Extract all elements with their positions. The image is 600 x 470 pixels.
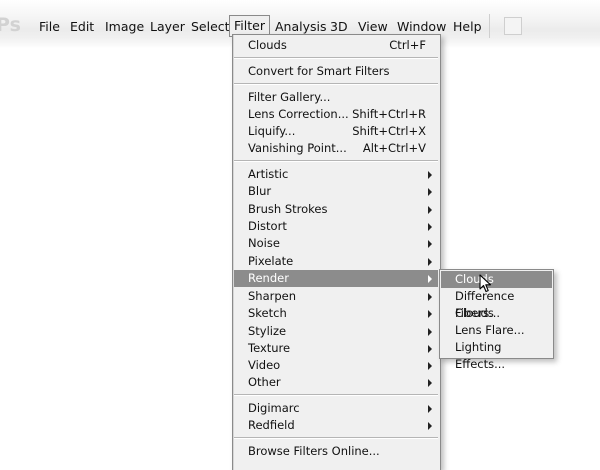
menu-item-texture[interactable]: Texture bbox=[234, 340, 438, 357]
menu-item-artistic[interactable]: Artistic bbox=[234, 166, 438, 183]
menu-item-label: Video bbox=[248, 358, 281, 372]
menu-item-stylize[interactable]: Stylize bbox=[234, 323, 438, 340]
menu-item-vanishing-point[interactable]: Vanishing Point... Alt+Ctrl+V bbox=[234, 140, 438, 157]
menu-item-label: Lens Flare... bbox=[455, 323, 525, 337]
menu-item-label: Redfield bbox=[248, 418, 295, 432]
submenu-item-lens-flare[interactable]: Lens Flare... bbox=[441, 322, 552, 339]
submenu-arrow-icon bbox=[428, 206, 432, 214]
menu-item-pixelate[interactable]: Pixelate bbox=[234, 253, 438, 270]
menu-item-label: Convert for Smart Filters bbox=[248, 64, 390, 78]
submenu-item-clouds[interactable]: Clouds bbox=[441, 271, 552, 288]
submenu-arrow-icon bbox=[428, 310, 432, 318]
menu-item-render[interactable]: Render bbox=[234, 270, 438, 287]
menu-item-label: Other bbox=[248, 375, 281, 389]
menu-item-label: Noise bbox=[248, 236, 280, 250]
menu-item-label: Lens Correction... bbox=[248, 107, 349, 121]
filter-menu: Clouds Ctrl+F Convert for Smart Filters … bbox=[232, 34, 441, 470]
menu-item-label: Clouds bbox=[248, 38, 287, 52]
mouse-cursor-icon bbox=[479, 274, 492, 293]
submenu-arrow-icon bbox=[428, 223, 432, 231]
menu-item-filter-gallery[interactable]: Filter Gallery... bbox=[234, 89, 438, 106]
menu-select[interactable]: Select bbox=[189, 17, 232, 37]
menu-item-liquify[interactable]: Liquify... Shift+Ctrl+X bbox=[234, 123, 438, 140]
menu-item-label: Sharpen bbox=[248, 289, 297, 303]
menu-item-redfield[interactable]: Redfield bbox=[234, 417, 438, 434]
menu-item-brush-strokes[interactable]: Brush Strokes bbox=[234, 201, 438, 218]
submenu-arrow-icon bbox=[428, 240, 432, 248]
submenu-item-fibers[interactable]: Fibers... bbox=[441, 305, 552, 322]
photoshop-logo: Ps bbox=[0, 14, 21, 36]
menu-item-label: Filter Gallery... bbox=[248, 90, 331, 104]
menu-item-label: Texture bbox=[248, 341, 291, 355]
menu-item-browse-filters-online[interactable]: Browse Filters Online... bbox=[234, 443, 438, 460]
menu-item-sketch[interactable]: Sketch bbox=[234, 305, 438, 322]
menu-item-label: Vanishing Point... bbox=[248, 141, 347, 155]
submenu-item-lighting-effects[interactable]: Lighting Effects... bbox=[441, 339, 552, 371]
menu-item-noise[interactable]: Noise bbox=[234, 235, 438, 252]
menu-item-label: Liquify... bbox=[248, 124, 296, 138]
menu-item-sharpen[interactable]: Sharpen bbox=[234, 288, 438, 305]
menu-help[interactable]: Help bbox=[451, 17, 484, 37]
menu-edit[interactable]: Edit bbox=[68, 17, 96, 37]
menu-item-blur[interactable]: Blur bbox=[234, 183, 438, 200]
menu-item-label: Fibers... bbox=[455, 306, 501, 320]
menu-separator bbox=[234, 394, 438, 396]
menu-separator bbox=[234, 437, 438, 439]
menu-item-label: Render bbox=[248, 271, 289, 285]
menu-item-shortcut: Shift+Ctrl+R bbox=[352, 107, 426, 121]
menu-image[interactable]: Image bbox=[103, 17, 146, 37]
submenu-arrow-icon bbox=[428, 258, 432, 266]
submenu-arrow-icon bbox=[428, 362, 432, 370]
submenu-arrow-icon bbox=[428, 171, 432, 179]
menu-item-label: Sketch bbox=[248, 306, 287, 320]
submenu-item-difference-clouds[interactable]: Difference Clouds bbox=[441, 288, 552, 320]
menu-item-shortcut: Shift+Ctrl+X bbox=[352, 124, 426, 138]
submenu-arrow-icon bbox=[428, 345, 432, 353]
menu-item-shortcut: Ctrl+F bbox=[389, 38, 426, 52]
menu-file[interactable]: File bbox=[37, 17, 62, 37]
render-submenu: Clouds Difference Clouds Fibers... Lens … bbox=[439, 269, 554, 371]
menu-separator bbox=[234, 160, 438, 162]
menu-item-label: Digimarc bbox=[248, 401, 300, 415]
menu-item-distort[interactable]: Distort bbox=[234, 218, 438, 235]
menu-item-lens-correction[interactable]: Lens Correction... Shift+Ctrl+R bbox=[234, 106, 438, 123]
menu-item-label: Pixelate bbox=[248, 254, 294, 268]
submenu-arrow-icon bbox=[428, 188, 432, 196]
submenu-arrow-icon bbox=[428, 405, 432, 413]
menu-item-label: Artistic bbox=[248, 167, 289, 181]
menu-item-label: Browse Filters Online... bbox=[248, 444, 380, 458]
menu-item-shortcut: Alt+Ctrl+V bbox=[362, 141, 426, 155]
menu-item-label: Blur bbox=[248, 184, 272, 198]
menu-item-label: Distort bbox=[248, 219, 287, 233]
submenu-arrow-icon bbox=[428, 328, 432, 336]
menu-item-label: Lighting Effects... bbox=[455, 340, 506, 371]
menu-item-other[interactable]: Other bbox=[234, 374, 438, 391]
menu-item-label: Brush Strokes bbox=[248, 202, 328, 216]
submenu-arrow-icon bbox=[428, 379, 432, 387]
bridge-icon[interactable] bbox=[504, 17, 522, 35]
submenu-arrow-icon bbox=[428, 293, 432, 301]
menu-item-label: Stylize bbox=[248, 324, 287, 338]
menu-separator bbox=[234, 57, 438, 59]
menu-item-digimarc[interactable]: Digimarc bbox=[234, 400, 438, 417]
menu-layer[interactable]: Layer bbox=[148, 17, 187, 37]
menu-separator bbox=[234, 83, 438, 85]
toolbar-divider bbox=[489, 14, 522, 38]
submenu-arrow-icon bbox=[428, 275, 432, 283]
menu-item-convert-smart-filters[interactable]: Convert for Smart Filters bbox=[234, 63, 438, 80]
submenu-arrow-icon bbox=[428, 422, 432, 430]
menu-item-video[interactable]: Video bbox=[234, 357, 438, 374]
menu-item-last-filter[interactable]: Clouds Ctrl+F bbox=[234, 37, 438, 54]
